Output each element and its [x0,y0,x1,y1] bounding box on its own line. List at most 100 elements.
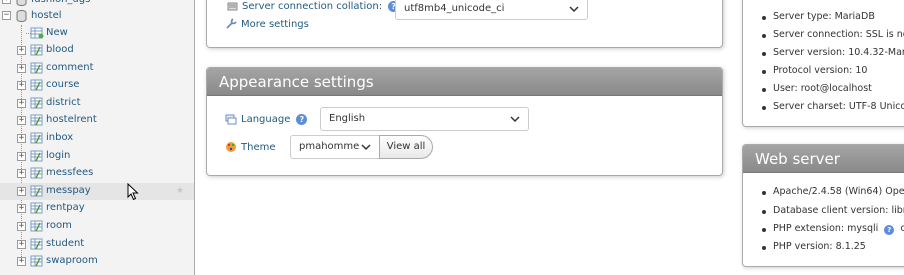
nav-table-swaproom[interactable]: + swaproom [0,253,194,270]
table-label: messpay [46,184,91,196]
nav-database-hostel[interactable]: − hostel [0,8,194,25]
table-icon [30,185,43,197]
web-server-item: Database client version: libmy [762,205,904,216]
table-label: login [46,149,71,161]
database-server-item: Server connection: SSL is not [761,29,904,40]
expand-icon[interactable]: + [17,151,26,161]
navigation-panel: + fashion_ugs − hostel New + blood + commen… [0,0,195,275]
collation-value: utf8mb4_unicode_ci [404,3,505,14]
nav-table-messfees[interactable]: + messfees [0,165,194,182]
table-label: blood [46,44,74,55]
collation-row: Server connection collation: ? [227,1,400,12]
database-server-item: Protocol version: 10 [761,65,868,76]
database-server-item: User: root@localhost [762,83,872,94]
nav-table-blood[interactable]: + blood [0,42,194,59]
theme-label: Theme [241,141,276,153]
more-settings-link[interactable]: More settings [225,18,309,30]
web-server-title: Web server [743,145,904,173]
table-icon [30,44,43,56]
collation-icon [227,2,238,11]
table-icon [30,255,43,267]
table-label: hostelrent [46,114,97,126]
expand-icon[interactable]: + [17,98,26,108]
expand-icon[interactable]: + [17,204,26,214]
nav-table-student[interactable]: + student [0,236,194,253]
expand-icon[interactable]: + [17,239,26,249]
web-server-item: PHP extension: mysqli ? cu [762,223,904,235]
table-icon [30,114,43,126]
chevron-down-icon [361,144,371,151]
expand-icon[interactable]: + [17,186,26,196]
table-label: inbox [46,132,74,143]
table-icon [30,220,43,232]
nav-table-inbox[interactable]: + inbox [0,130,194,147]
web-server-item: Apache/2.4.58 (Win64) OpenS [762,186,904,197]
expand-icon[interactable]: + [17,169,26,179]
table-icon [30,62,43,74]
nav-table-rentpay[interactable]: + rentpay [0,200,194,217]
table-icon [30,79,43,91]
expand-icon[interactable]: + [17,257,26,267]
collation-label: Server connection collation: [242,1,383,12]
general-settings-panel: Server connection collation: ? utf8mb4_u… [206,0,723,48]
chevron-down-icon [510,116,520,123]
expand-icon[interactable]: + [17,63,26,73]
collapse-icon[interactable]: − [2,11,11,20]
mouse-cursor-icon [127,183,139,201]
language-select[interactable]: English [320,107,529,131]
view-all-themes-button[interactable]: View all [379,135,433,159]
nav-table-course[interactable]: + course [0,77,194,94]
theme-select[interactable]: pmahomme [290,135,380,159]
table-icon [30,238,43,250]
table-label: swaproom [46,255,98,267]
nav-table-hostelrent[interactable]: + hostelrent [0,112,194,129]
table-label: district [46,96,81,108]
expand-icon[interactable]: + [17,116,26,126]
database-server-item: Server version: 10.4.32-Maria [761,47,904,58]
table-icon [30,132,43,144]
language-row: Language ? [225,113,308,125]
appearance-title: Appearance settings [207,68,722,96]
collation-select[interactable]: utf8mb4_unicode_ci [395,0,588,20]
php-extension-suffix: cu [900,223,904,234]
table-icon [30,202,43,214]
expand-icon[interactable]: + [17,81,26,91]
help-icon[interactable]: ? [296,113,308,125]
database-icon [16,10,27,22]
nav-table-login[interactable]: + login [0,148,194,165]
expand-icon[interactable]: + [17,46,26,55]
new-label: New [46,27,68,38]
database-server-item: Server type: MariaDB [762,11,875,22]
chevron-down-icon [569,6,579,13]
language-value: English [329,113,366,124]
appearance-settings-panel: Appearance settings Language ? English T… [206,67,723,176]
help-icon[interactable]: ? [884,225,895,235]
table-label: rentpay [46,202,85,214]
table-label: messfees [46,167,94,179]
nav-table-comment[interactable]: + comment [0,60,194,77]
theme-palette-icon [226,142,236,152]
expand-icon[interactable]: + [17,222,26,231]
nav-item-label: fashion_ugs [31,0,90,5]
language-label: Language [241,113,291,125]
web-server-item: PHP version: 8.1.25 [762,241,866,252]
php-extension-label: PHP extension: mysqli [773,223,879,234]
web-server-panel: Web server Apache/2.4.58 (Win64) OpenS D… [742,144,904,267]
database-server-panel: Server type: MariaDB Server connection: S… [742,0,904,127]
table-label: course [46,79,80,91]
table-icon [30,167,43,179]
nav-table-district[interactable]: + district [0,95,194,112]
expand-icon[interactable]: + [17,134,26,143]
database-label: hostel [31,10,62,21]
table-label: room [46,220,72,231]
nav-new-table[interactable]: New [0,25,194,42]
favorite-star-icon[interactable]: ★ [176,186,184,196]
table-icon [30,97,43,109]
nav-table-room[interactable]: + room [0,218,194,235]
expand-icon[interactable]: + [2,0,11,4]
nav-table-messpay[interactable]: + messpay ★ [0,182,194,200]
database-server-item: Server charset: UTF-8 Unicod [761,101,904,112]
table-label: student [46,237,85,249]
table-icon [30,150,43,162]
wrench-icon [226,18,237,29]
